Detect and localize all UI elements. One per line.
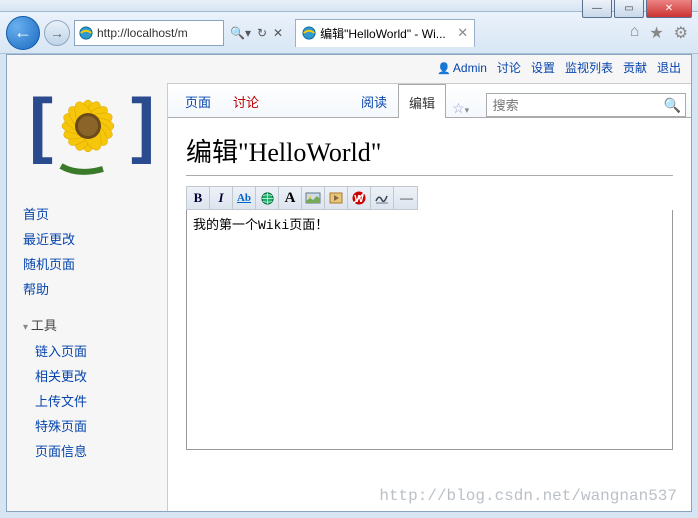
tab-read[interactable]: 阅读 bbox=[350, 83, 398, 117]
personal-tools: 👤Admin 讨论 设置 监视列表 贡献 退出 bbox=[437, 59, 681, 76]
headline-button[interactable]: A bbox=[279, 187, 302, 209]
watch-star-icon[interactable]: ☆▾ bbox=[446, 100, 475, 117]
signature-button[interactable] bbox=[371, 187, 394, 209]
image-button[interactable] bbox=[302, 187, 325, 209]
browser-navbar: ← → http://localhost/m 🔍▾ ↻ ✕ 编辑"HelloWo… bbox=[0, 12, 698, 54]
window-maximize-button[interactable]: ▭ bbox=[614, 0, 644, 18]
sidebar-related[interactable]: 相关更改 bbox=[35, 363, 167, 388]
user-icon: 👤 bbox=[437, 63, 451, 75]
tab-close-icon[interactable]: ✕ bbox=[457, 25, 468, 41]
tab-title: 编辑"HelloWorld" - Wi... bbox=[320, 25, 446, 42]
address-bar[interactable]: http://localhost/m bbox=[74, 20, 224, 46]
user-link[interactable]: 👤Admin bbox=[437, 61, 487, 75]
sidebar-upload[interactable]: 上传文件 bbox=[35, 388, 167, 413]
tab-edit[interactable]: 编辑 bbox=[398, 84, 446, 118]
browser-tab[interactable]: 编辑"HelloWorld" - Wi... ✕ bbox=[295, 19, 475, 47]
tab-favicon-icon bbox=[302, 26, 316, 40]
svg-text:]: ] bbox=[131, 85, 153, 165]
refresh-icon[interactable]: ↻ bbox=[257, 26, 267, 40]
tab-talk[interactable]: 讨论 bbox=[222, 83, 270, 117]
sidebar-mainpage[interactable]: 首页 bbox=[23, 201, 167, 226]
ie-favicon-icon bbox=[79, 26, 93, 40]
nav-forward-button[interactable]: → bbox=[44, 20, 70, 46]
search-dropdown-icon[interactable]: 🔍▾ bbox=[230, 26, 251, 40]
nav-back-button[interactable]: ← bbox=[6, 16, 40, 50]
sidebar-random[interactable]: 随机页面 bbox=[23, 251, 167, 276]
sidebar-pageinfo[interactable]: 页面信息 bbox=[35, 438, 167, 463]
search-icon[interactable]: 🔍 bbox=[664, 97, 681, 114]
page-title: 编辑"HelloWorld" bbox=[186, 132, 673, 176]
home-icon[interactable]: ⌂ bbox=[630, 23, 640, 43]
wiki-logo[interactable]: [ ] bbox=[23, 71, 153, 181]
url-text: http://localhost/m bbox=[97, 26, 188, 40]
stop-icon[interactable]: ✕ bbox=[273, 26, 283, 40]
svg-text:[: [ bbox=[29, 85, 53, 165]
window-titlebar: — ▭ ✕ bbox=[0, 0, 698, 12]
url-controls: 🔍▾ ↻ ✕ bbox=[230, 26, 283, 40]
personal-contribs[interactable]: 贡献 bbox=[623, 59, 647, 76]
sidebar-whatlinks[interactable]: 链入页面 bbox=[35, 338, 167, 363]
tab-page[interactable]: 页面 bbox=[174, 83, 222, 117]
edit-toolbar: B I Ab A W — bbox=[186, 186, 418, 210]
sidebar-tools-header[interactable]: 工具 bbox=[23, 315, 167, 334]
wikitext-editor[interactable] bbox=[186, 210, 673, 450]
svg-text:W: W bbox=[354, 194, 364, 205]
favorites-icon[interactable]: ★ bbox=[649, 23, 663, 43]
tools-gear-icon[interactable]: ⚙ bbox=[674, 23, 688, 43]
internal-link-button[interactable]: Ab bbox=[233, 187, 256, 209]
personal-logout[interactable]: 退出 bbox=[657, 59, 681, 76]
external-link-button[interactable] bbox=[256, 187, 279, 209]
media-button[interactable] bbox=[325, 187, 348, 209]
window-minimize-button[interactable]: — bbox=[582, 0, 612, 18]
personal-talk[interactable]: 讨论 bbox=[497, 59, 521, 76]
hr-button[interactable]: — bbox=[394, 187, 417, 209]
italic-button[interactable]: I bbox=[210, 187, 233, 209]
window-close-button[interactable]: ✕ bbox=[646, 0, 692, 18]
personal-watchlist[interactable]: 监视列表 bbox=[565, 59, 613, 76]
nowiki-button[interactable]: W bbox=[348, 187, 371, 209]
bold-button[interactable]: B bbox=[187, 187, 210, 209]
search-input[interactable] bbox=[486, 93, 686, 117]
sidebar-help[interactable]: 帮助 bbox=[23, 276, 167, 301]
personal-prefs[interactable]: 设置 bbox=[531, 59, 555, 76]
sidebar-recent[interactable]: 最近更改 bbox=[23, 226, 167, 251]
sidebar-special[interactable]: 特殊页面 bbox=[35, 413, 167, 438]
